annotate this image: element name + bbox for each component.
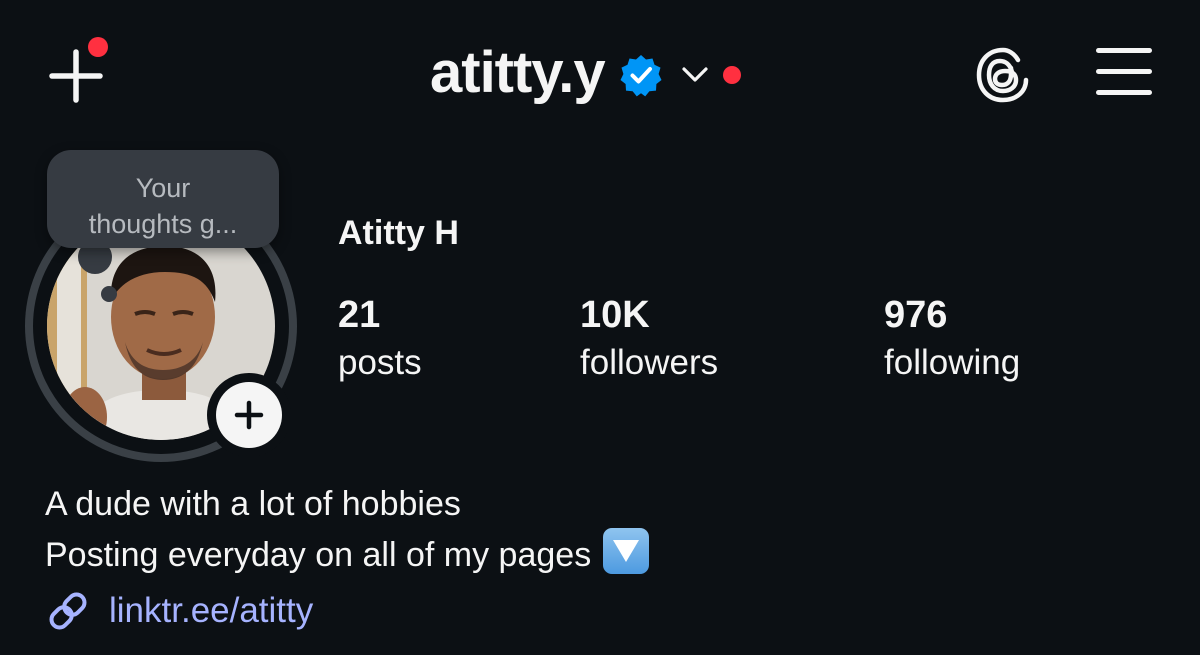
verified-badge-icon	[620, 55, 662, 97]
account-notification-dot	[722, 66, 741, 84]
link-text: linktr.ee/atitty	[109, 591, 314, 630]
username: atitty.y	[430, 40, 606, 105]
threads-icon	[976, 47, 1029, 103]
followers-label: followers	[580, 343, 719, 382]
plus-icon	[234, 400, 264, 430]
bio: A dude with a lot of hobbies Posting eve…	[45, 480, 650, 579]
threads-button[interactable]	[972, 44, 1034, 106]
link-icon	[49, 592, 87, 630]
add-story-button[interactable]	[207, 373, 291, 457]
display-name: Atitty H	[338, 214, 459, 252]
bio-line: A dude with a lot of hobbies	[45, 485, 461, 523]
bio-line-2: Posting everyday on all of my pages	[45, 528, 650, 579]
top-bar: atitty.y	[0, 0, 1200, 140]
down-arrow-button-emoji	[603, 528, 650, 574]
following-label: following	[884, 343, 1021, 382]
following-stat[interactable]: 976 following	[884, 292, 1020, 386]
followers-count: 10K	[580, 294, 650, 336]
account-switcher[interactable]: atitty.y	[430, 38, 741, 108]
posts-label: posts	[338, 343, 422, 382]
bio-line: Posting everyday on all of my pages	[45, 536, 592, 574]
posts-count: 21	[338, 294, 381, 336]
menu-button[interactable]	[1096, 48, 1154, 96]
note-text: Your thoughts g...	[88, 173, 238, 239]
followers-stat[interactable]: 10K followers	[580, 292, 718, 386]
hamburger-menu-icon	[1096, 48, 1152, 53]
following-count: 976	[884, 294, 948, 336]
bio-link[interactable]: linktr.ee/atitty	[45, 588, 313, 634]
posts-stat[interactable]: 21 posts	[338, 292, 422, 386]
chevron-down-icon	[682, 67, 708, 82]
profile-page: atitty.y Your thoughts g... Atitty H 21 …	[0, 0, 1200, 655]
note-bubble[interactable]: Your thoughts g...	[47, 150, 279, 248]
notification-dot	[88, 37, 108, 57]
note-bubble-tail	[101, 286, 117, 302]
new-post-button[interactable]	[44, 37, 110, 103]
